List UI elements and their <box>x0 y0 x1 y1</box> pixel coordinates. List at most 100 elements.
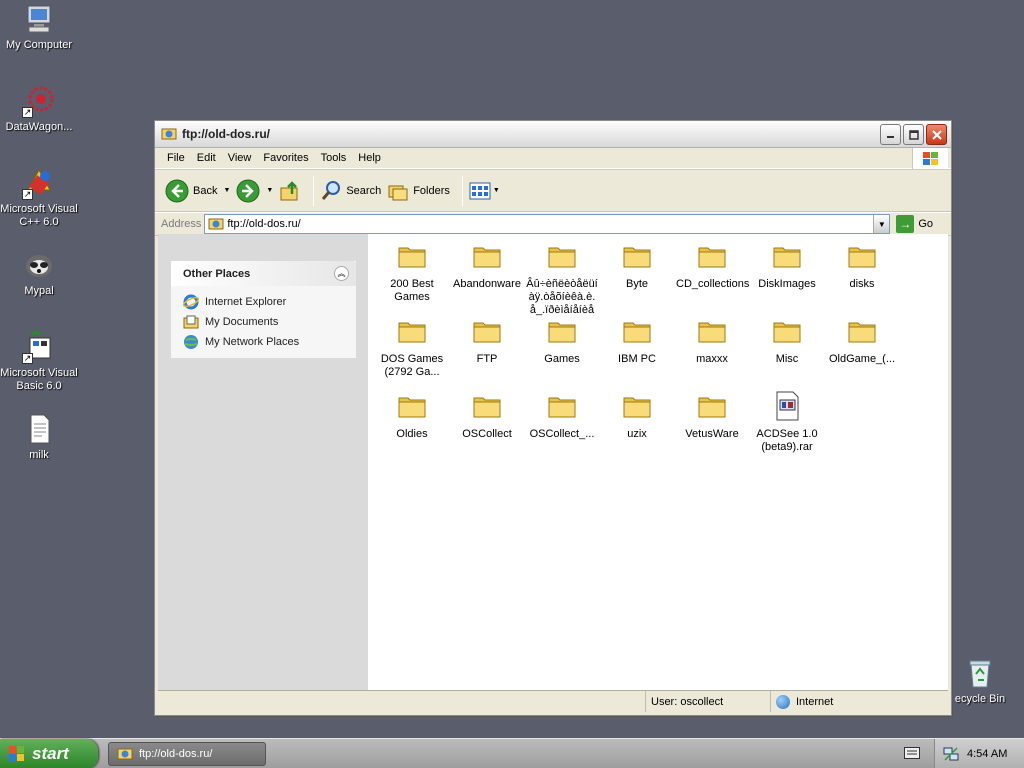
other-places-my-documents[interactable]: My Documents <box>183 312 356 332</box>
desktop-icon-visual-cpp[interactable]: ↗ Microsoft Visual C++ 6.0 <box>0 166 78 229</box>
desktop-icon-label: Mypal <box>24 285 54 297</box>
other-places-internet-explorer[interactable]: Internet Explorer <box>183 292 356 312</box>
up-folder-icon <box>280 180 298 200</box>
menu-tools[interactable]: Tools <box>315 148 353 169</box>
menu-file[interactable]: File <box>161 148 191 169</box>
folder-icon <box>623 247 651 268</box>
folder-icon <box>398 247 426 268</box>
folder-item[interactable]: Abandonware <box>451 240 523 291</box>
folder-icon <box>548 322 576 343</box>
desktop-icon-label: Microsoft Visual C++ 6.0 <box>0 203 78 228</box>
folder-item[interactable]: VetusWare <box>676 390 748 441</box>
folder-item[interactable]: Byte <box>601 240 673 291</box>
desktop-icon-label: DataWagon... <box>5 121 73 133</box>
folder-item[interactable]: DiskImages <box>751 240 823 291</box>
desktop-icon-visual-basic[interactable]: ↗ Microsoft Visual Basic 6.0 <box>0 330 78 393</box>
folder-item[interactable]: uzix <box>601 390 673 441</box>
collapse-chevron-icon[interactable]: ︽ <box>334 266 349 281</box>
back-dropdown-icon[interactable]: ▼ <box>223 187 230 194</box>
file-name-label: OSCollect <box>462 428 512 440</box>
other-places-pane: Other Places ︽ Internet Explorer My Docu… <box>171 261 356 358</box>
folders-icon <box>388 185 408 200</box>
folder-icon <box>848 322 876 343</box>
back-button[interactable]: Back ▼ <box>165 175 230 207</box>
folder-item[interactable]: FTP <box>451 315 523 366</box>
file-name-label: OSCollect_... <box>529 428 595 440</box>
folder-item[interactable]: Âû÷èñëèòåëüí àÿ.òåõíèêà.è. å_.ïðèìåíåíèå <box>526 240 598 317</box>
visual-basic-icon: ↗ <box>22 330 56 364</box>
folder-item[interactable]: OSCollect_... <box>526 390 598 441</box>
file-name-label: VetusWare <box>685 428 739 440</box>
window-titlebar[interactable]: ftp://old-dos.ru/ <box>155 121 951 148</box>
minimize-button[interactable] <box>880 124 901 145</box>
close-button[interactable] <box>926 124 947 145</box>
other-places-my-network-places[interactable]: My Network Places <box>183 332 356 352</box>
menu-view[interactable]: View <box>222 148 258 169</box>
recycle-bin-icon <box>963 656 997 690</box>
file-name-label: maxxx <box>696 353 728 365</box>
address-value: ftp://old-dos.ru/ <box>227 218 301 230</box>
go-button[interactable]: → Go <box>896 215 933 233</box>
views-dropdown-icon[interactable]: ▼ <box>493 187 500 194</box>
start-button[interactable]: start <box>0 739 98 768</box>
file-name-label: 200 Best Games <box>390 278 434 303</box>
up-folder-button[interactable] <box>279 175 301 207</box>
other-places-header[interactable]: Other Places ︽ <box>171 261 356 286</box>
task-sidebar: Other Places ︽ Internet Explorer My Docu… <box>158 234 368 690</box>
maximize-button[interactable] <box>903 124 924 145</box>
standard-toolbar: Back ▼ ▼ Search Folders ▼ <box>155 169 951 212</box>
folder-item[interactable]: OSCollect <box>451 390 523 441</box>
clock[interactable]: 4:54 AM <box>967 748 1007 760</box>
folder-item[interactable]: DOS Games (2792 Ga... <box>376 315 448 379</box>
menu-edit[interactable]: Edit <box>191 148 222 169</box>
views-button[interactable]: ▼ <box>469 175 500 207</box>
other-places-label: Internet Explorer <box>205 296 287 308</box>
windows-logo-icon <box>912 148 948 169</box>
folder-item[interactable]: CD_collections <box>676 240 749 291</box>
shortcut-arrow-icon: ↗ <box>22 353 33 364</box>
folder-item[interactable]: disks <box>826 240 898 291</box>
folder-item[interactable]: OldGame_(... <box>826 315 898 366</box>
file-item[interactable]: ACDSee 1.0 (beta9).rar <box>751 390 823 454</box>
desktop-icon-milk[interactable]: milk <box>0 412 78 462</box>
status-bar: User: oscollect Internet <box>158 690 948 712</box>
keyboard-icon[interactable] <box>904 747 920 759</box>
menu-help[interactable]: Help <box>352 148 387 169</box>
desktop-icon-datawagon[interactable]: ↗ DataWagon... <box>0 84 78 134</box>
address-input[interactable]: ftp://old-dos.ru/ ▼ <box>204 214 891 234</box>
forward-button[interactable]: ▼ <box>236 175 273 207</box>
folder-item[interactable]: maxxx <box>676 315 748 366</box>
address-dropdown-icon[interactable]: ▼ <box>873 215 890 233</box>
status-zone: Internet <box>771 694 948 709</box>
desktop-icon-my-computer[interactable]: My Computer <box>0 2 78 52</box>
desktop-icon-recycle-bin[interactable]: ecycle Bin <box>942 656 1018 706</box>
folder-item[interactable]: 200 Best Games <box>376 240 448 304</box>
folders-button[interactable]: Folders <box>387 175 450 207</box>
status-user: User: oscollect <box>646 691 771 712</box>
file-name-label: Abandonware <box>453 278 521 290</box>
folder-icon <box>623 397 651 418</box>
shortcut-arrow-icon: ↗ <box>22 189 33 200</box>
file-name-label: DiskImages <box>758 278 816 290</box>
desktop-icon-mypal[interactable]: Mypal <box>0 248 78 298</box>
folder-item[interactable]: Oldies <box>376 390 448 441</box>
search-button[interactable]: Search <box>320 175 381 207</box>
mypal-icon <box>22 248 56 282</box>
folder-icon <box>398 397 426 418</box>
ftp-folder-icon <box>117 748 133 760</box>
taskbar: start ftp://old-dos.ru/ 4:54 AM <box>0 738 1024 768</box>
file-name-label: Misc <box>775 353 799 365</box>
folder-item[interactable]: Misc <box>751 315 823 366</box>
network-connection-icon[interactable] <box>943 746 959 762</box>
views-icon <box>469 182 491 199</box>
other-places-label: My Network Places <box>205 336 300 348</box>
forward-dropdown-icon[interactable]: ▼ <box>266 187 273 194</box>
close-icon <box>931 129 942 140</box>
rar-archive-icon <box>776 391 799 421</box>
folder-item[interactable]: IBM PC <box>601 315 673 366</box>
folder-item[interactable]: Games <box>526 315 598 366</box>
folder-icon <box>773 322 801 343</box>
folders-label: Folders <box>413 184 450 197</box>
taskbar-window-button[interactable]: ftp://old-dos.ru/ <box>108 742 266 766</box>
menu-favorites[interactable]: Favorites <box>257 148 314 169</box>
